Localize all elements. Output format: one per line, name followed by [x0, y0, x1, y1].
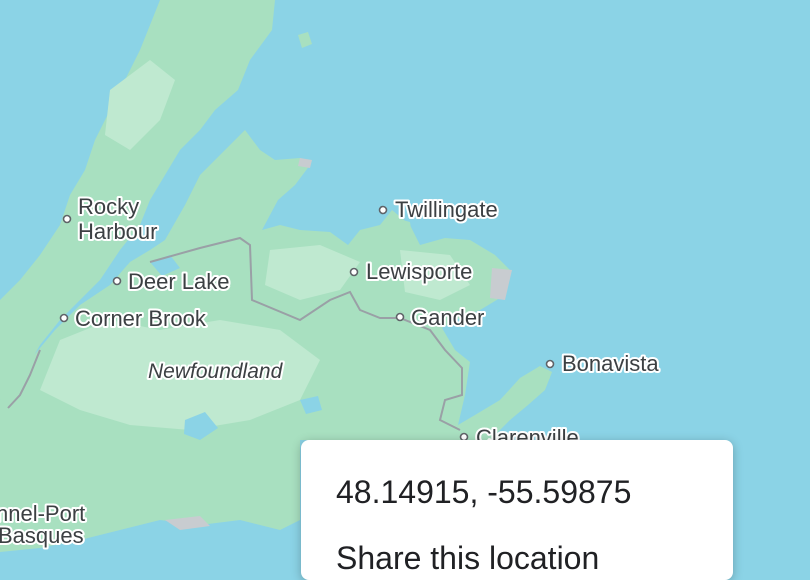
- location-popup: 48.14915, -55.59875 Share this location: [301, 440, 733, 580]
- place-dot-deer-lake: [112, 276, 122, 286]
- place-label-rocky-harbour-line1[interactable]: Rocky: [76, 192, 141, 221]
- place-label-gander[interactable]: Gander: [409, 303, 486, 332]
- place-label-bonavista[interactable]: Bonavista: [560, 349, 661, 378]
- place-dot-bonavista: [545, 359, 555, 369]
- place-label-channel-port-aux-basques-line2[interactable]: Basques: [0, 521, 86, 550]
- place-dot-corner-brook: [59, 313, 69, 323]
- share-location-link[interactable]: Share this location: [336, 540, 599, 577]
- place-label-lewisporte[interactable]: Lewisporte: [364, 257, 474, 286]
- place-label-twillingate[interactable]: Twillingate: [393, 195, 500, 224]
- place-dot-gander: [395, 312, 405, 322]
- place-dot-lewisporte: [349, 267, 359, 277]
- place-label-rocky-harbour-line2[interactable]: Harbour: [76, 217, 159, 246]
- region-label-newfoundland: Newfoundland: [148, 360, 284, 383]
- coordinates-text[interactable]: 48.14915, -55.59875: [336, 474, 631, 511]
- place-label-corner-brook[interactable]: Corner Brook: [73, 304, 209, 333]
- place-label-deer-lake[interactable]: Deer Lake: [126, 267, 232, 296]
- place-dot-rocky-harbour: [62, 214, 72, 224]
- place-dot-twillingate: [378, 205, 388, 215]
